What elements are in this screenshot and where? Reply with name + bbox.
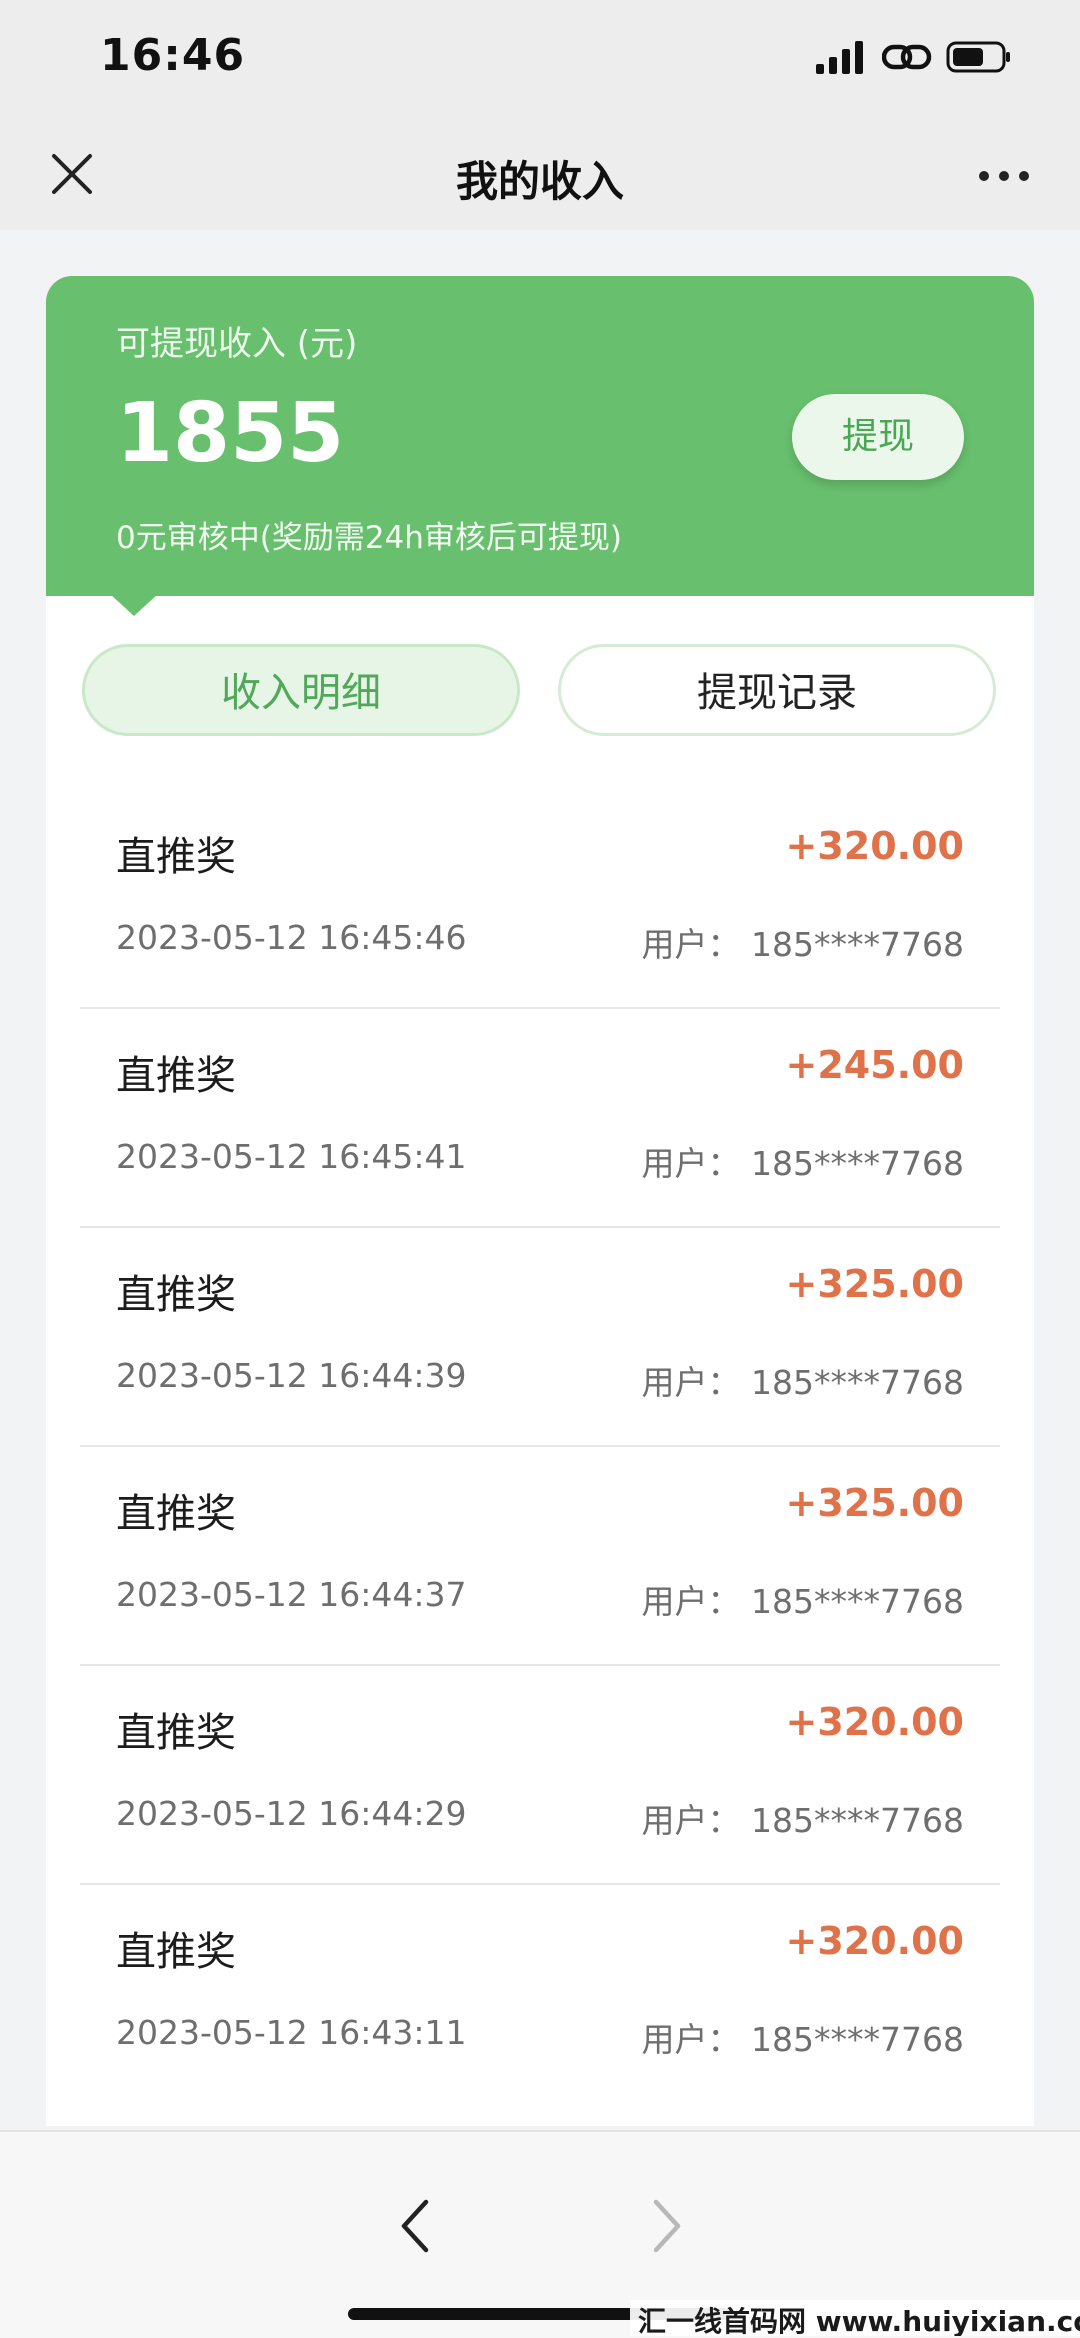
- record-amount: +325.00: [785, 1262, 964, 1306]
- status-bar: 16:46: [0, 0, 1080, 120]
- record-title: 直推奖: [116, 1272, 236, 1318]
- record-amount: +325.00: [785, 1481, 964, 1525]
- chevron-right-icon[interactable]: [640, 2190, 692, 2262]
- record-time: 2023-05-12 16:45:41: [116, 1137, 467, 1176]
- record-user: 用户： 185****7768: [641, 1144, 964, 1183]
- record-title: 直推奖: [116, 1710, 236, 1756]
- record-title: 直推奖: [116, 1053, 236, 1099]
- record-time: 2023-05-12 16:44:37: [116, 1575, 467, 1614]
- tab-withdraw-record[interactable]: 提现记录: [558, 644, 996, 736]
- watermark: 汇一线首码网 www.huiyixian.com: [630, 2300, 1080, 2336]
- battery-icon: [946, 41, 1010, 73]
- record-amount: +320.00: [785, 1700, 964, 1744]
- record-user: 用户： 185****7768: [641, 1582, 964, 1621]
- record-time: 2023-05-12 16:45:46: [116, 918, 467, 957]
- chevron-left-icon[interactable]: [390, 2190, 442, 2262]
- record-row[interactable]: 直推奖 +320.00 2023-05-12 16:43:11 用户： 185*…: [80, 1885, 1000, 2104]
- tab-income-detail[interactable]: 收入明细: [82, 644, 520, 736]
- record-time: 2023-05-12 16:44:29: [116, 1794, 467, 1833]
- income-record-list: 直推奖 +320.00 2023-05-12 16:45:46 用户： 185*…: [80, 790, 1000, 2104]
- income-card: 可提现收入 (元) 1855 0元审核中(奖励需24h审核后可提现) 提现 收入…: [46, 276, 1034, 2126]
- record-title: 直推奖: [116, 834, 236, 880]
- record-title: 直推奖: [116, 1491, 236, 1537]
- record-title: 直推奖: [116, 1929, 236, 1975]
- record-time: 2023-05-12 16:44:39: [116, 1356, 467, 1395]
- withdraw-button[interactable]: 提现: [792, 394, 964, 480]
- pointer-notch: [110, 594, 158, 616]
- record-row[interactable]: 直推奖 +325.00 2023-05-12 16:44:37 用户： 185*…: [80, 1447, 1000, 1666]
- nav-bar: 我的收入: [0, 120, 1080, 230]
- income-summary: 可提现收入 (元) 1855 0元审核中(奖励需24h审核后可提现) 提现: [46, 276, 1034, 596]
- link-icon: [882, 44, 932, 70]
- record-row[interactable]: 直推奖 +245.00 2023-05-12 16:45:41 用户： 185*…: [80, 1009, 1000, 1228]
- record-amount: +320.00: [785, 824, 964, 868]
- page-title: 我的收入: [455, 157, 624, 206]
- record-amount: +320.00: [785, 1919, 964, 1963]
- record-user: 用户： 185****7768: [641, 1801, 964, 1840]
- income-label: 可提现收入 (元): [116, 324, 358, 364]
- record-amount: +245.00: [785, 1043, 964, 1087]
- income-review-note: 0元审核中(奖励需24h审核后可提现): [116, 520, 623, 556]
- signal-icon: [816, 41, 863, 74]
- income-amount: 1855: [116, 386, 345, 481]
- record-row[interactable]: 直推奖 +325.00 2023-05-12 16:44:39 用户： 185*…: [80, 1228, 1000, 1447]
- record-row[interactable]: 直推奖 +320.00 2023-05-12 16:45:46 用户： 185*…: [80, 790, 1000, 1009]
- more-icon[interactable]: [974, 156, 1034, 196]
- record-user: 用户： 185****7768: [641, 1363, 964, 1402]
- record-user: 用户： 185****7768: [641, 925, 964, 964]
- record-row[interactable]: 直推奖 +320.00 2023-05-12 16:44:29 用户： 185*…: [80, 1666, 1000, 1885]
- status-icons: [816, 40, 1012, 74]
- record-user: 用户： 185****7768: [641, 2020, 964, 2059]
- status-time: 16:46: [100, 30, 246, 81]
- record-time: 2023-05-12 16:43:11: [116, 2013, 467, 2052]
